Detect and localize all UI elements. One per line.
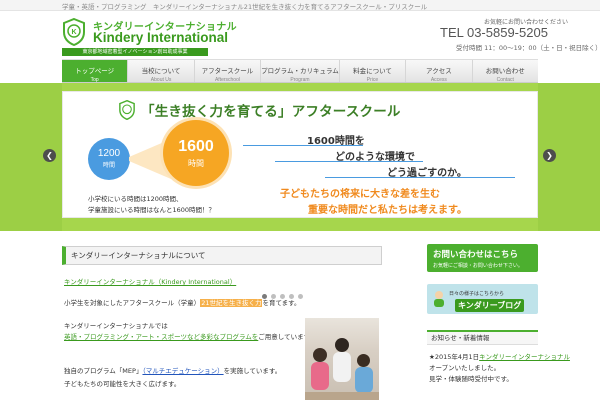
nav-access[interactable]: アクセス Access xyxy=(406,60,473,83)
photo-figure xyxy=(355,367,373,393)
news-date: ★2015年4月1日 xyxy=(429,353,480,361)
content-paragraph: 英語・プログラミング・アート・スポーツなど多彩なプログラムをご用意しています。 xyxy=(64,331,316,341)
slide-emphasis: 重要な時間だと私たちは考えます。 xyxy=(308,205,467,216)
hours-1600-circle: 1600 時間 xyxy=(163,120,229,186)
content-link[interactable]: 英語・プログラミング・アート・スポーツなど多彩なプログラムを xyxy=(64,333,258,341)
blog-banner-label: キンダリーブログ xyxy=(455,299,525,312)
copy-underline xyxy=(325,177,515,178)
nav-price[interactable]: 料金について Price xyxy=(340,60,407,83)
nav-contact[interactable]: お問い合わせ Contact xyxy=(473,60,538,83)
content-paragraph: 独自のプログラム「MEP」（マルチエデュケーション）を実施しています。 xyxy=(64,365,281,375)
hero-slider: 「生き抜く力を育てる」アフタースクール 1200 時間 1600 時間 小学校に… xyxy=(0,83,600,299)
nav-label: 料金について xyxy=(353,67,392,75)
news-item: ★2015年4月1日キンダリーインターナショナル xyxy=(429,351,570,361)
contact-button-caption: お気軽にご相談・お問い合わせ下さい。 xyxy=(433,263,523,269)
classroom-photo xyxy=(305,318,379,400)
blog-banner-caption: 日々の様子はこちらから xyxy=(449,291,505,297)
global-nav: トップページ Top 当校について About Us アフタースクール Aftersc… xyxy=(62,59,538,83)
sidebar-news-heading: お知らせ・新着情報 xyxy=(427,330,538,345)
content-paragraph: キンダリーインターナショナル（Kindery International） xyxy=(64,276,236,286)
slide-note: 学童施設にいる時間はなんと1600時間！？ xyxy=(88,206,216,214)
kindery-badge-icon xyxy=(119,100,135,120)
phone-number[interactable]: TEL 03-5859-5205 xyxy=(440,25,548,40)
nav-label: 当校について xyxy=(141,67,181,75)
news-link[interactable]: キンダリーインターナショナル xyxy=(479,353,570,361)
slide-note: 小学校にいる時間は1200時間、 xyxy=(88,195,183,203)
content-paragraph: 小学生を対象にしたアフタースクール（学童）21世紀を生き抜く力を育てます。 xyxy=(64,297,301,307)
slider-next-arrow-icon[interactable]: ❯ xyxy=(543,149,556,162)
logo-subtitle-strip: 東京都地域密着型イノベーション創出助成事業 xyxy=(62,48,208,56)
highlight-text: 21世紀を生き抜く力 xyxy=(200,299,263,307)
nav-label: プログラム・カリキュラム xyxy=(261,67,339,75)
section-title: キンダリーインターナショナルについて xyxy=(62,246,382,265)
nav-label: アクセス xyxy=(426,67,452,75)
site-tagline: 学童・英語・プログラミング キンダリーインターナショナル21世紀を生き抜く力を育… xyxy=(62,3,428,11)
child-illustration-icon xyxy=(434,291,444,307)
site-header: K キンダリーインターナショナル Kindery International 東… xyxy=(0,11,600,59)
photo-figure xyxy=(333,352,351,382)
news-item: 見学・体験随時受付中です。 xyxy=(429,373,513,383)
nav-top[interactable]: トップページ Top xyxy=(62,60,129,83)
top-bar: 学童・英語・プログラミング キンダリーインターナショナル21世紀を生き抜く力を育… xyxy=(0,0,600,11)
content-text: を育てます。 xyxy=(262,299,301,307)
content-paragraph: キンダリーインターナショナルでは xyxy=(64,320,168,330)
nav-label: トップページ xyxy=(75,67,115,75)
nav-label: お問い合わせ xyxy=(485,67,525,75)
content-text: 小学生を対象にしたアフタースクール（学童） xyxy=(64,299,201,307)
kindery-logo-icon[interactable]: K xyxy=(62,18,86,46)
slider-prev-arrow-icon[interactable]: ❮ xyxy=(43,149,56,162)
photo-figure xyxy=(335,338,349,352)
news-text: オープンいたしました。 xyxy=(429,364,501,372)
photo-figure xyxy=(311,362,329,390)
slide-headline: 「生き抜く力を育てる」アフタースクール xyxy=(141,104,401,120)
photo-floor xyxy=(305,392,379,400)
content-text: 独自のプログラム「MEP」 xyxy=(64,367,143,375)
copy-underline xyxy=(243,145,363,146)
contact-button-label: お問い合わせはこちら xyxy=(433,250,519,260)
circle-number: 1200 xyxy=(97,148,121,159)
svg-text:K: K xyxy=(71,29,76,36)
sidebar-blog-banner[interactable]: 日々の様子はこちらから キンダリーブログ xyxy=(427,284,538,314)
content-text: 子どもたちの可能性を大きく広げます。 xyxy=(64,380,181,388)
nav-about-us[interactable]: 当校について About Us xyxy=(128,60,195,83)
news-item: オープンいたしました。 xyxy=(429,362,500,372)
slide-emphasis: 子どもたちの将来に大きな差を生む xyxy=(280,189,440,200)
content-text: キンダリーインターナショナルでは xyxy=(64,322,168,330)
photo-figure xyxy=(313,348,327,362)
nav-label: アフタースクール xyxy=(201,67,254,75)
business-hours: 受付時間 11：00～19：00（土・日・祝日除く） xyxy=(456,44,600,52)
sidebar-contact-button[interactable]: お問い合わせはこちら お気軽にご相談・お問い合わせ下さい。 xyxy=(427,244,538,272)
news-text: 見学・体験随時受付中です。 xyxy=(429,375,513,383)
circle-unit: 時間 xyxy=(102,162,115,169)
logo-english-name[interactable]: Kindery International xyxy=(93,30,228,45)
circle-unit: 時間 xyxy=(188,159,204,168)
copy-underline xyxy=(275,161,423,162)
content-link[interactable]: キンダリーインターナショナル（Kindery International） xyxy=(64,278,236,286)
hero-slide[interactable]: 「生き抜く力を育てる」アフタースクール 1200 時間 1600 時間 小学校に… xyxy=(62,91,538,218)
content-text: を実施しています。 xyxy=(223,367,282,375)
content-link[interactable]: （マルチエデュケーション） xyxy=(142,367,223,375)
photo-figure xyxy=(357,354,370,367)
nav-program[interactable]: プログラム・カリキュラム Program xyxy=(261,60,340,83)
content-paragraph: 子どもたちの可能性を大きく広げます。 xyxy=(64,378,180,388)
nav-afterschool[interactable]: アフタースクール Afterschool xyxy=(195,60,262,83)
hours-1200-circle: 1200 時間 xyxy=(88,138,130,180)
circle-number: 1600 xyxy=(178,138,214,155)
